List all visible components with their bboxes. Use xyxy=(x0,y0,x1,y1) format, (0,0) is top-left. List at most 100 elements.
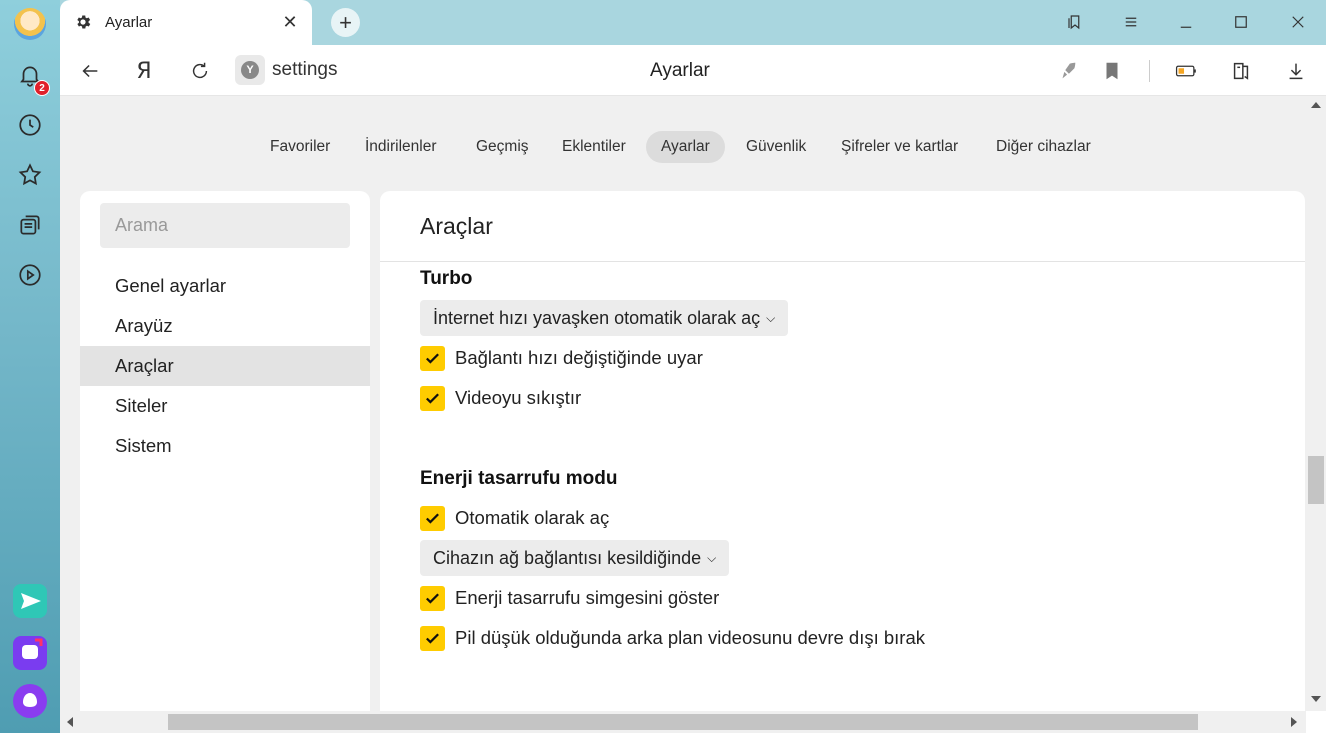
reload-icon xyxy=(192,62,208,79)
yandex-logo-icon: Я xyxy=(136,58,152,84)
energy-saving-title: Enerji tasarrufu modu xyxy=(420,468,618,489)
checkbox-checked[interactable] xyxy=(420,585,445,611)
tab-extensions[interactable]: Eklentiler xyxy=(547,131,641,163)
horizontal-scrollbar[interactable] xyxy=(60,711,1306,733)
clock-icon xyxy=(19,114,41,136)
vertical-scrollbar[interactable] xyxy=(1306,96,1326,711)
sidebar-item-tools[interactable]: Araçlar xyxy=(80,346,370,386)
page-title: Ayarlar xyxy=(650,60,710,81)
energy-show-icon-option[interactable]: Enerji tasarrufu simgesini göster xyxy=(420,585,719,611)
vertical-scroll-thumb[interactable] xyxy=(1308,456,1324,504)
url-text[interactable]: settings xyxy=(272,59,337,81)
history-button[interactable] xyxy=(10,105,50,145)
tab-security[interactable]: Güvenlik xyxy=(731,131,821,163)
maximize-icon xyxy=(1235,16,1247,28)
bookmark-button[interactable] xyxy=(1098,57,1126,85)
turbo-title: Turbo xyxy=(420,268,473,289)
turbo-mode-dropdown[interactable]: İnternet hızı yavaşken otomatik olarak a… xyxy=(420,300,789,336)
yandex-home-button[interactable]: Я xyxy=(130,57,158,85)
play-circle-icon xyxy=(19,264,41,286)
collections-icon xyxy=(20,215,40,235)
tab-close-button[interactable]: ✕ xyxy=(281,12,299,32)
sidebar-item-system[interactable]: Sistem xyxy=(80,426,370,466)
chat-icon xyxy=(22,638,43,659)
reading-list-button[interactable] xyxy=(1227,57,1255,85)
media-button[interactable] xyxy=(10,255,50,295)
back-button[interactable] xyxy=(76,57,104,85)
favorites-button[interactable] xyxy=(10,155,50,195)
tab-history[interactable]: Geçmiş xyxy=(461,131,544,163)
checkbox-checked[interactable] xyxy=(420,625,445,651)
star-icon xyxy=(18,163,42,186)
scroll-up-icon[interactable] xyxy=(1311,102,1321,108)
tab-passwords-cards[interactable]: Şifreler ve kartlar xyxy=(826,131,973,163)
app-sidebar: 2 xyxy=(0,0,60,733)
scroll-right-icon[interactable] xyxy=(1291,717,1297,727)
checkmark-icon xyxy=(426,592,439,604)
turbo-mode-value: İnternet hızı yavaşken otomatik olarak a… xyxy=(433,308,761,328)
alice-chat-app-button[interactable] xyxy=(13,636,47,670)
sidebar-item-sites[interactable]: Siteler xyxy=(80,386,370,426)
tab-favorites[interactable]: Favoriler xyxy=(255,131,345,163)
energy-trigger-value: Cihazın ağ bağlantısı kesildiğinde xyxy=(433,548,702,568)
sidebar-item-general[interactable]: Genel ayarlar xyxy=(80,266,370,306)
checkbox-checked[interactable] xyxy=(420,345,445,371)
checkbox-label: Videoyu sıkıştır xyxy=(455,387,582,408)
browser-menu-button[interactable] xyxy=(1116,8,1146,36)
power-saving-button[interactable] xyxy=(1172,57,1200,85)
sidebar-item-interface[interactable]: Arayüz xyxy=(80,306,370,346)
downloads-button[interactable] xyxy=(1282,57,1310,85)
protect-button[interactable] xyxy=(1054,57,1082,85)
checkbox-checked[interactable] xyxy=(420,385,445,411)
checkbox-label: Enerji tasarrufu simgesini göster xyxy=(455,587,720,608)
reading-list-icon xyxy=(1233,62,1249,80)
tabs-menu-button[interactable] xyxy=(1060,8,1090,36)
address-bar: Я Y settings Ayarlar xyxy=(60,45,1326,96)
minimize-button[interactable] xyxy=(1171,8,1201,36)
settings-search-input[interactable]: Arama xyxy=(100,203,350,248)
maximize-button[interactable] xyxy=(1226,8,1256,36)
reload-button[interactable] xyxy=(186,57,214,85)
checkmark-icon xyxy=(426,392,439,404)
close-icon xyxy=(1292,16,1304,28)
collections-button[interactable] xyxy=(10,205,50,245)
scroll-down-icon[interactable] xyxy=(1311,696,1321,702)
hamburger-icon xyxy=(1125,17,1137,27)
energy-auto-option[interactable]: Otomatik olarak aç xyxy=(420,505,609,531)
horizontal-scroll-thumb[interactable] xyxy=(168,714,1198,730)
browser-logo-icon: Y xyxy=(241,61,259,79)
chevron-down-icon: ⌵ xyxy=(766,311,776,325)
settings-sidebar: Arama Genel ayarlar Arayüz Araçlar Sitel… xyxy=(80,191,370,711)
checkmark-icon xyxy=(426,512,439,524)
tab-downloads[interactable]: İndirilenler xyxy=(350,131,452,163)
checkbox-label: Bağlantı hızı değiştiğinde uyar xyxy=(455,347,703,368)
bookmarks-panel-icon xyxy=(1068,15,1080,30)
checkmark-icon xyxy=(426,632,439,644)
tab-other-devices[interactable]: Diğer cihazlar xyxy=(981,131,1106,163)
bookmark-icon xyxy=(1106,62,1118,80)
tab-settings[interactable]: Ayarlar xyxy=(646,131,725,163)
active-tab[interactable]: Ayarlar ✕ xyxy=(60,0,312,45)
checkmark-icon xyxy=(426,352,439,364)
alice-button[interactable] xyxy=(13,684,47,718)
minimize-icon xyxy=(1180,26,1192,28)
download-icon xyxy=(1289,63,1303,80)
checkbox-label: Pil düşük olduğunda arka plan videosunu … xyxy=(455,627,925,648)
section-header: Araçlar xyxy=(380,191,1305,262)
site-info-button[interactable]: Y xyxy=(235,55,265,85)
profile-avatar[interactable] xyxy=(14,8,46,40)
toolbar-divider xyxy=(1149,60,1150,82)
turbo-warn-option[interactable]: Bağlantı hızı değiştiğinde uyar xyxy=(420,345,703,371)
energy-disable-bg-video-option[interactable]: Pil düşük olduğunda arka plan videosunu … xyxy=(420,625,925,651)
energy-trigger-dropdown[interactable]: Cihazın ağ bağlantısı kesildiğinde ⌵ xyxy=(420,540,730,576)
send-icon xyxy=(21,593,41,609)
scroll-left-icon[interactable] xyxy=(67,717,73,727)
battery-icon xyxy=(1175,65,1196,77)
turbo-compress-video-option[interactable]: Videoyu sıkıştır xyxy=(420,385,581,411)
checkbox-checked[interactable] xyxy=(420,505,445,531)
close-window-button[interactable] xyxy=(1283,8,1313,36)
gear-icon xyxy=(77,15,91,29)
chevron-down-icon: ⌵ xyxy=(707,551,717,565)
new-tab-button[interactable]: + xyxy=(331,8,360,37)
messenger-app-button[interactable] xyxy=(13,584,47,618)
